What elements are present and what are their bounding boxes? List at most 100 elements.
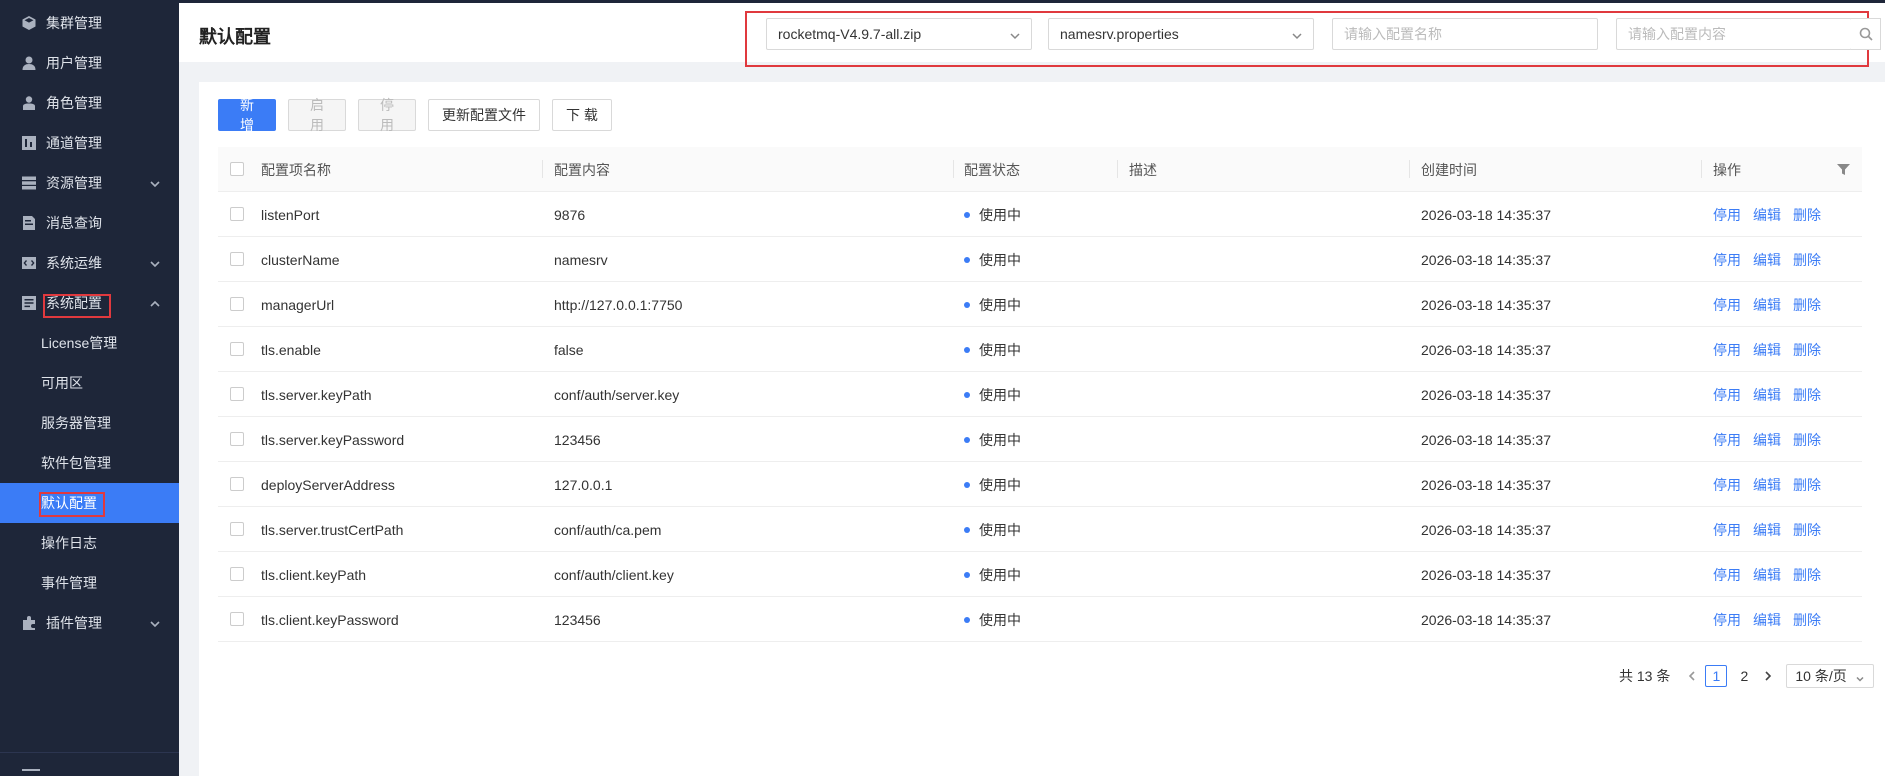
row-checkbox[interactable] — [230, 567, 244, 581]
row-disable-link[interactable]: 停用 — [1713, 385, 1741, 405]
config-file-select[interactable]: namesrv.properties — [1048, 18, 1314, 50]
row-edit-link[interactable]: 编辑 — [1753, 565, 1781, 585]
row-edit-link[interactable]: 编辑 — [1753, 520, 1781, 540]
row-disable-link[interactable]: 停用 — [1713, 565, 1741, 585]
cell-ops: 停用 编辑 删除 — [1713, 462, 1833, 507]
row-edit-link[interactable]: 编辑 — [1753, 610, 1781, 630]
config-name-input[interactable] — [1332, 18, 1598, 50]
page-button-1[interactable]: 1 — [1705, 665, 1728, 687]
row-edit-link[interactable]: 编辑 — [1753, 475, 1781, 495]
sidebar-sub-servers[interactable]: 服务器管理 — [0, 403, 179, 443]
row-disable-link[interactable]: 停用 — [1713, 610, 1741, 630]
search-button[interactable] — [1851, 18, 1881, 50]
chevron-down-icon — [149, 617, 161, 629]
row-delete-link[interactable]: 删除 — [1793, 385, 1821, 405]
status-dot — [964, 571, 970, 578]
sidebar-item-label: License管理 — [41, 335, 118, 351]
config-card: 新 增 启 用 停 用 更新配置文件 下 载 配置项名称 配置内容 配置状态 描… — [199, 82, 1885, 776]
row-delete-link[interactable]: 删除 — [1793, 250, 1821, 270]
page-button-2[interactable]: 2 — [1733, 665, 1755, 687]
cell-name: clusterName — [261, 251, 340, 268]
package-select-value: rocketmq-V4.9.7-all.zip — [778, 26, 922, 42]
row-edit-link[interactable]: 编辑 — [1753, 205, 1781, 225]
cell-status: 使用中 — [964, 507, 1021, 552]
status-text: 使用中 — [979, 296, 1021, 313]
cell-created: 2026-03-18 14:35:37 — [1421, 251, 1551, 268]
enable-button[interactable]: 启 用 — [288, 97, 346, 133]
sidebar-item-users[interactable]: 用户管理 — [0, 43, 179, 83]
column-header-name: 配置项名称 — [261, 161, 331, 178]
cell-status: 使用中 — [964, 237, 1021, 282]
update-config-file-button[interactable]: 更新配置文件 — [428, 99, 540, 131]
status-text: 使用中 — [979, 251, 1021, 268]
chevron-down-icon — [1009, 29, 1021, 41]
sidebar-sub-logs[interactable]: 操作日志 — [0, 523, 179, 563]
row-disable-link[interactable]: 停用 — [1713, 205, 1741, 225]
row-checkbox[interactable] — [230, 387, 244, 401]
row-checkbox[interactable] — [230, 297, 244, 311]
sidebar-item-cluster[interactable]: 集群管理 — [0, 3, 179, 43]
table-row: tls.enable false 使用中 2026-03-18 14:35:37 停用编… — [218, 327, 1862, 372]
prev-page-button[interactable] — [1682, 671, 1702, 681]
row-disable-link[interactable]: 停用 — [1713, 430, 1741, 450]
row-disable-link[interactable]: 停用 — [1713, 520, 1741, 540]
row-delete-link[interactable]: 删除 — [1793, 520, 1821, 540]
row-edit-link[interactable]: 编辑 — [1753, 430, 1781, 450]
row-delete-link[interactable]: 删除 — [1793, 205, 1821, 225]
sidebar-item-messages[interactable]: 消息查询 — [0, 203, 179, 243]
row-delete-link[interactable]: 删除 — [1793, 475, 1821, 495]
sidebar-item-resources[interactable]: 资源管理 — [0, 163, 179, 203]
row-delete-link[interactable]: 删除 — [1793, 340, 1821, 360]
select-all-checkbox[interactable] — [230, 162, 244, 176]
row-edit-link[interactable]: 编辑 — [1753, 295, 1781, 315]
table-row: tls.client.keyPath conf/auth/client.key 使用… — [218, 552, 1862, 597]
row-checkbox[interactable] — [230, 432, 244, 446]
filter-icon[interactable] — [1837, 163, 1850, 176]
row-delete-link[interactable]: 删除 — [1793, 565, 1821, 585]
row-checkbox[interactable] — [230, 477, 244, 491]
cell-content: 123456 — [554, 431, 601, 448]
row-checkbox[interactable] — [230, 522, 244, 536]
row-checkbox[interactable] — [230, 342, 244, 356]
download-button[interactable]: 下 载 — [552, 99, 612, 131]
row-checkbox[interactable] — [230, 207, 244, 221]
package-select[interactable]: rocketmq-V4.9.7-all.zip — [766, 18, 1032, 50]
sidebar-item-channels[interactable]: 通道管理 — [0, 123, 179, 163]
row-disable-link[interactable]: 停用 — [1713, 295, 1741, 315]
row-checkbox[interactable] — [230, 612, 244, 626]
column-divider — [953, 160, 954, 178]
cell-ops: 停用 编辑 删除 — [1713, 417, 1833, 462]
sidebar-collapse-area[interactable] — [0, 752, 179, 776]
sidebar-item-roles[interactable]: 角色管理 — [0, 83, 179, 123]
row-disable-link[interactable]: 停用 — [1713, 340, 1741, 360]
sidebar-item-plugins[interactable]: 插件管理 — [0, 603, 179, 643]
status-dot — [964, 616, 970, 623]
config-table: 配置项名称 配置内容 配置状态 描述 创建时间 操作 listenPort 987… — [218, 147, 1862, 642]
config-content-input[interactable] — [1616, 18, 1852, 50]
sidebar-sub-license[interactable]: License管理 — [0, 323, 179, 363]
row-edit-link[interactable]: 编辑 — [1753, 340, 1781, 360]
sidebar-sub-packages[interactable]: 软件包管理 — [0, 443, 179, 483]
plugin-icon — [20, 614, 38, 632]
page-size-select[interactable]: 10 条/页 — [1786, 664, 1875, 688]
cell-ops: 停用 编辑 删除 — [1713, 372, 1833, 417]
row-checkbox[interactable] — [230, 252, 244, 266]
row-delete-link[interactable]: 删除 — [1793, 295, 1821, 315]
row-disable-link[interactable]: 停用 — [1713, 475, 1741, 495]
row-delete-link[interactable]: 删除 — [1793, 610, 1821, 630]
cell-ops: 停用 编辑 删除 — [1713, 282, 1833, 327]
server-icon — [20, 174, 38, 192]
next-page-button[interactable] — [1758, 671, 1778, 681]
cell-name: tls.client.keyPath — [261, 566, 367, 583]
sidebar-sub-zones[interactable]: 可用区 — [0, 363, 179, 403]
row-edit-link[interactable]: 编辑 — [1753, 385, 1781, 405]
sidebar-item-label: 用户管理 — [46, 55, 102, 71]
sidebar-sub-events[interactable]: 事件管理 — [0, 563, 179, 603]
row-edit-link[interactable]: 编辑 — [1753, 250, 1781, 270]
row-disable-link[interactable]: 停用 — [1713, 250, 1741, 270]
row-delete-link[interactable]: 删除 — [1793, 430, 1821, 450]
add-button[interactable]: 新 增 — [218, 97, 276, 133]
disable-button[interactable]: 停 用 — [358, 97, 416, 133]
sidebar-item-ops[interactable]: 系统运维 — [0, 243, 179, 283]
chevron-left-icon — [1689, 671, 1695, 681]
